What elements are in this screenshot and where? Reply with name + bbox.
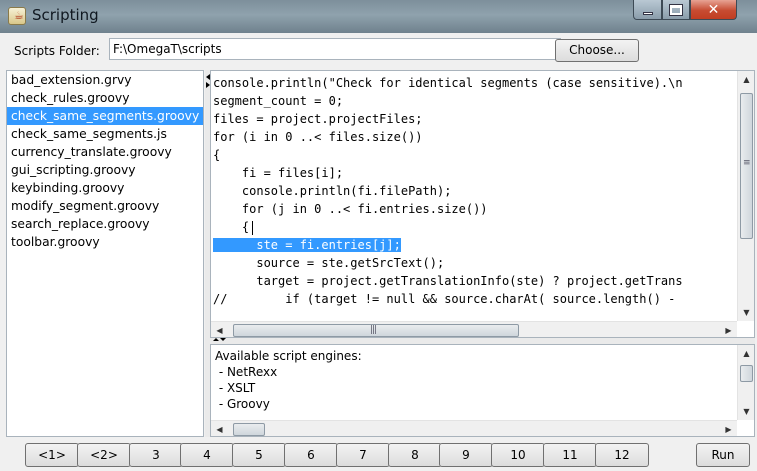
script-list-item[interactable]: check_rules.groovy [7, 89, 203, 107]
collapse-down-arrow-icon[interactable] [220, 338, 226, 341]
output-vscroll-thumb[interactable] [740, 365, 753, 382]
scripts-folder-field[interactable]: F:\OmegaT\scripts [109, 38, 561, 60]
close-button[interactable]: ✕ [690, 0, 737, 20]
script-slot-button-4[interactable]: 4 [180, 443, 234, 467]
script-slot-button-2[interactable]: <2> [77, 443, 131, 467]
output-vertical-scrollbar[interactable]: ▲ ▼ [737, 345, 754, 420]
close-icon: ✕ [707, 1, 720, 18]
script-slot-button-9[interactable]: 9 [439, 443, 493, 467]
text-caret [252, 221, 253, 235]
run-button[interactable]: Run [696, 443, 750, 467]
code-line: { [213, 220, 250, 234]
maximize-button[interactable] [662, 0, 690, 20]
minimize-button[interactable] [633, 0, 662, 20]
code-line: for (j in 0 ..< fi.entries.size()) [213, 202, 488, 216]
maximize-icon [669, 3, 683, 16]
scroll-down-icon[interactable]: ▼ [738, 403, 754, 420]
output-text: Available script engines: - NetRexx - XS… [215, 348, 362, 412]
script-list-item[interactable]: check_same_segments.js [7, 125, 203, 143]
script-list-item[interactable]: search_replace.groovy [7, 215, 203, 233]
window-title: Scripting [32, 6, 99, 24]
scroll-up-icon[interactable]: ▲ [738, 345, 754, 362]
output-console[interactable]: Available script engines: - NetRexx - XS… [210, 344, 755, 437]
output-horizontal-scrollbar[interactable]: ◀ ▶ [211, 420, 737, 436]
code-line: console.println(fi.filePath); [213, 184, 452, 198]
script-list-item[interactable]: toolbar.groovy [7, 233, 203, 251]
code-line: console.println("Check for identical seg… [213, 76, 683, 90]
script-list-item[interactable]: currency_translate.groovy [7, 143, 203, 161]
scroll-down-icon[interactable]: ▼ [738, 304, 754, 321]
editor-vscroll-thumb[interactable]: ≡ [740, 93, 753, 239]
code-line: files = project.projectFiles; [213, 112, 423, 126]
output-line: - XSLT [215, 381, 256, 395]
script-editor[interactable]: console.println("Check for identical seg… [210, 70, 755, 338]
code-line: // if (target != null && source.charAt( … [213, 292, 676, 306]
scroll-right-icon[interactable]: ▶ [720, 322, 737, 337]
output-line: Available script engines: [215, 349, 362, 363]
script-slot-button-12[interactable]: 12 [595, 443, 649, 467]
script-slot-button-7[interactable]: 7 [336, 443, 390, 467]
editor-horizontal-scrollbar[interactable]: ◀ ||| ▶ [211, 321, 737, 337]
script-slot-button-10[interactable]: 10 [491, 443, 545, 467]
script-slot-button-8[interactable]: 8 [388, 443, 442, 467]
scroll-right-icon[interactable]: ▶ [720, 421, 737, 436]
code-area[interactable]: console.println("Check for identical seg… [213, 74, 735, 320]
code-line: { [213, 148, 221, 162]
editor-hscroll-thumb[interactable]: ||| [233, 324, 519, 337]
script-list-item[interactable]: check_same_segments.groovy [7, 107, 203, 125]
script-list-item[interactable]: bad_extension.grvy [7, 71, 203, 89]
script-slot-button-5[interactable]: 5 [232, 443, 286, 467]
choose-folder-button[interactable]: Choose... [555, 39, 639, 62]
scroll-left-icon[interactable]: ◀ [211, 421, 228, 436]
code-line: fi = files[i]; [213, 166, 344, 180]
collapse-up-arrow-icon[interactable] [213, 338, 219, 341]
selected-code-line: ste = fi.entries[j]; [213, 238, 401, 252]
script-list-item[interactable]: keybinding.groovy [7, 179, 203, 197]
script-list-item[interactable]: modify_segment.groovy [7, 197, 203, 215]
java-cup-icon[interactable]: ☕ [8, 7, 26, 25]
scripts-folder-label: Scripts Folder: [14, 44, 100, 58]
script-list[interactable]: bad_extension.grvy check_rules.groovy chec… [6, 70, 204, 437]
output-line: - Groovy [215, 397, 270, 411]
output-hscroll-thumb[interactable] [233, 423, 265, 436]
scroll-up-icon[interactable]: ▲ [738, 71, 754, 88]
code-line: target = project.getTranslationInfo(ste)… [213, 274, 683, 288]
minimize-icon [642, 11, 653, 15]
scripting-window-body: Scripts Folder: F:\OmegaT\scripts Choose… [0, 33, 757, 471]
scroll-left-icon[interactable]: ◀ [211, 322, 228, 337]
script-list-item[interactable]: gui_scripting.groovy [7, 161, 203, 179]
script-slot-button-1[interactable]: <1> [25, 443, 79, 467]
code-line: segment_count = 0; [213, 94, 344, 108]
editor-vertical-scrollbar[interactable]: ▲ ≡ ▼ [737, 71, 754, 321]
script-slot-button-6[interactable]: 6 [284, 443, 338, 467]
script-slot-button-11[interactable]: 11 [543, 443, 597, 467]
title-bar: ☕ Scripting ✕ [0, 0, 757, 33]
code-line: for (i in 0 ..< files.size()) [213, 130, 423, 144]
code-line: source = ste.getSrcText(); [213, 256, 445, 270]
output-line: - NetRexx [215, 365, 278, 379]
script-slot-button-3[interactable]: 3 [129, 443, 183, 467]
